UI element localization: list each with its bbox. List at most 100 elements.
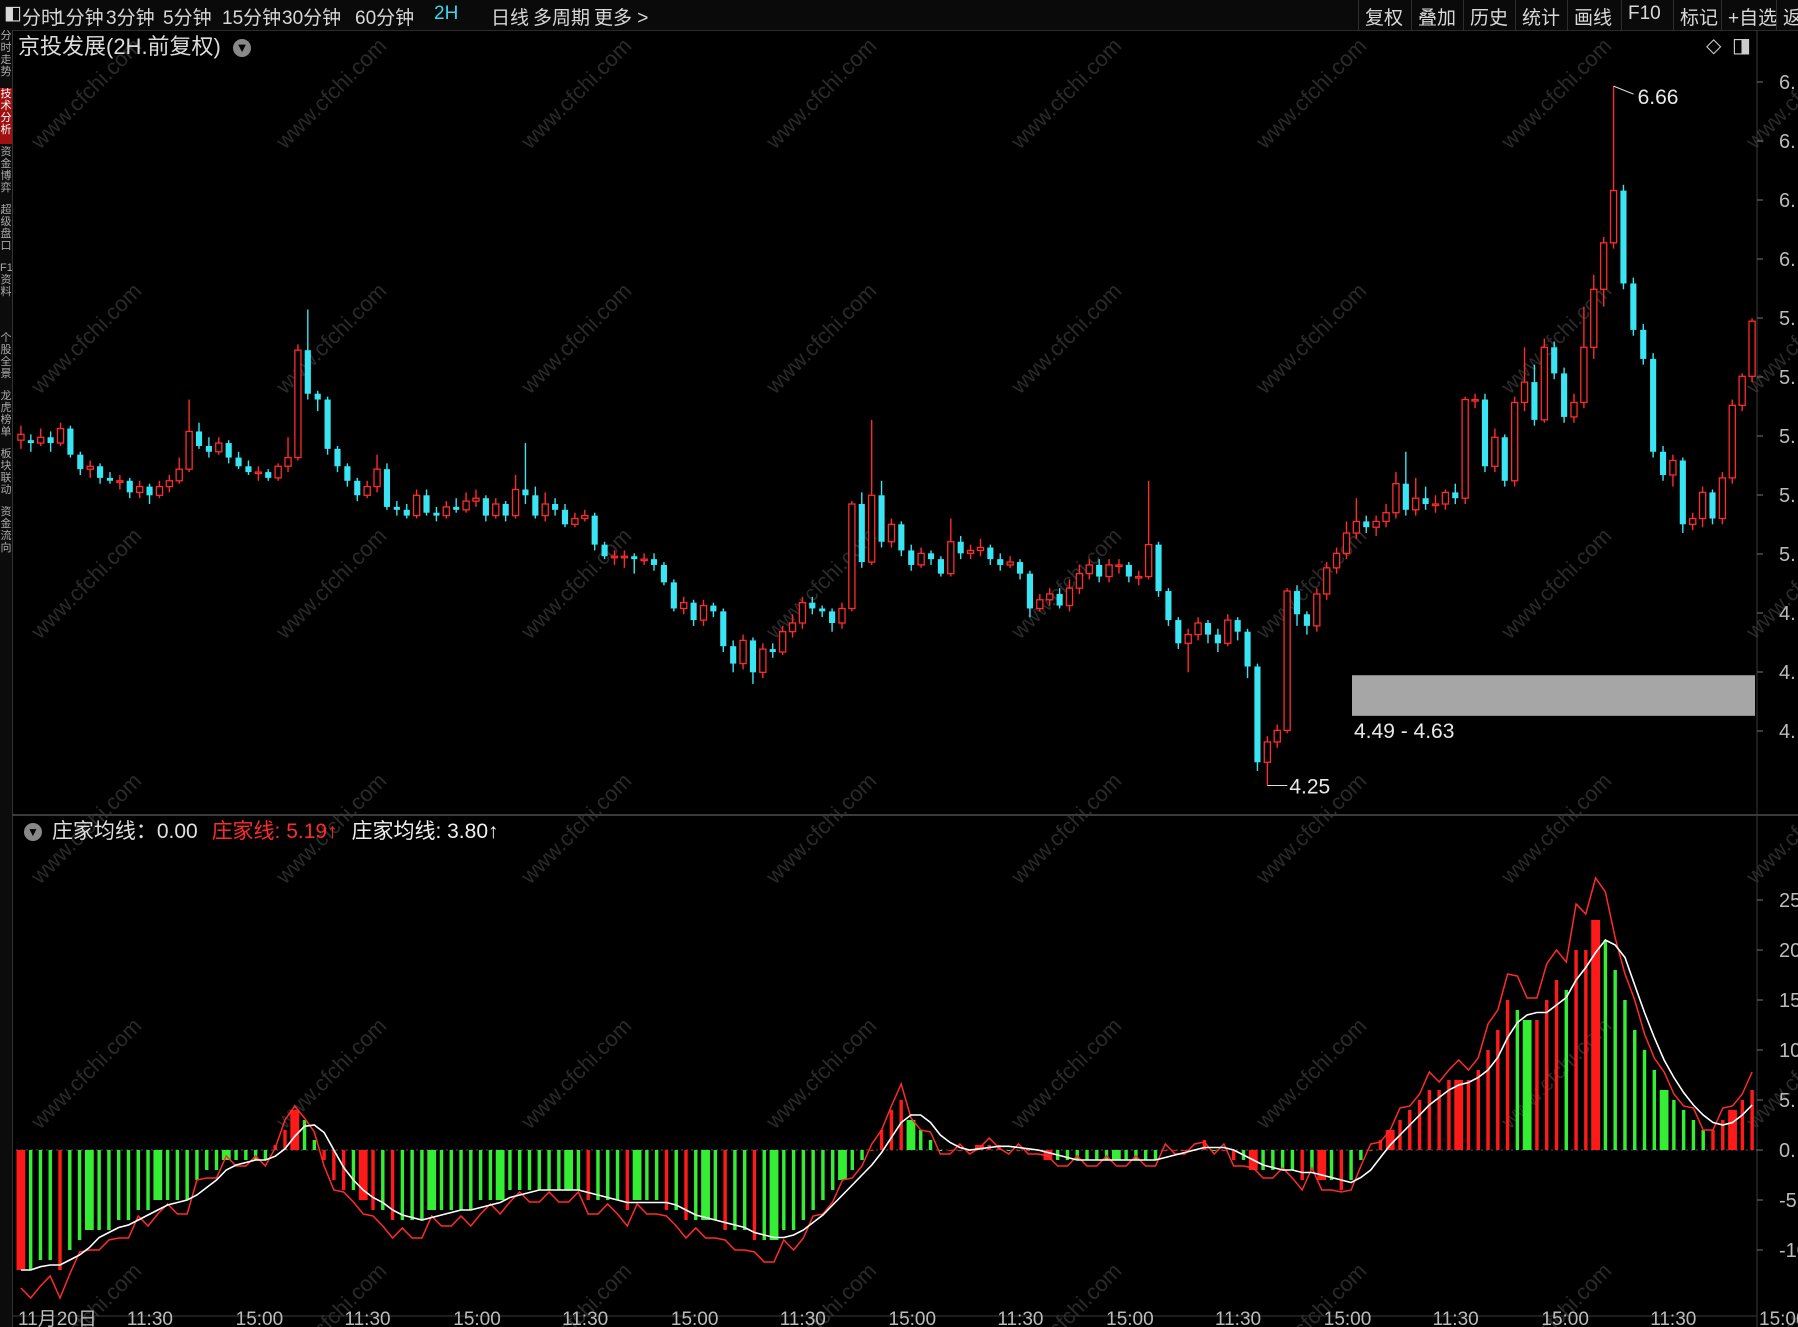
candle — [1412, 477, 1420, 516]
indicator-bar — [557, 1150, 561, 1190]
indicator-bar — [596, 1150, 600, 1200]
indicator-bar — [136, 1150, 140, 1210]
candle-body-up — [759, 648, 767, 673]
indicator-bars-layer — [16, 920, 1754, 1270]
indicator-bar — [791, 1150, 796, 1230]
indicator-bar — [1522, 1020, 1532, 1150]
candle — [1283, 588, 1291, 734]
candle-body-down — [1531, 382, 1538, 420]
diamond-icon[interactable]: ◇ — [1706, 33, 1722, 57]
candle-body-up — [798, 602, 807, 624]
indicator-bar — [469, 1150, 473, 1210]
collapse-chevron-icon[interactable]: ▼ — [24, 823, 42, 842]
indicator-bar — [1261, 1150, 1265, 1170]
candle — [502, 501, 509, 522]
candle — [976, 538, 985, 557]
candle-body-down — [1244, 631, 1251, 667]
indicator-bar — [811, 1150, 815, 1210]
indicator-bar — [351, 1150, 356, 1190]
indicator-bar — [302, 1120, 307, 1150]
candle-body-up — [1135, 575, 1143, 579]
candle — [126, 477, 133, 499]
candle-body-down — [383, 469, 391, 507]
candle-body-up — [1590, 288, 1598, 348]
candle-body-up — [116, 480, 124, 483]
candle-body-up — [1332, 552, 1341, 569]
stock-title[interactable]: 京投发展(2H.前复权) ▼ — [18, 29, 252, 61]
indicator-bar — [948, 1150, 952, 1151]
price-axis-label: 4. — [1779, 603, 1796, 625]
candle — [1322, 562, 1331, 600]
candle-body-down — [354, 480, 361, 496]
indicator-bar — [537, 1150, 541, 1190]
candle-body-up — [1263, 741, 1272, 763]
chart-canvas[interactable]: www.cfchi.com www.cfchi.com www.cfchi.com w… — [0, 0, 1798, 1327]
indicator-bar — [674, 1150, 678, 1210]
candle — [1392, 472, 1400, 519]
watermark-text: www.cfchi.com — [760, 33, 881, 154]
candle-body-down — [1659, 451, 1667, 475]
candle-body-up — [284, 456, 292, 467]
candle-body-up — [1273, 729, 1281, 743]
legend-main: 庄家均线：0.00 — [51, 820, 198, 843]
candle-body-down — [690, 602, 697, 621]
candle — [146, 483, 153, 504]
panel-split-icon[interactable]: ◨ — [1732, 33, 1751, 57]
indicator-bar — [1711, 1130, 1715, 1150]
candle-body-up — [1046, 593, 1054, 601]
chevron-down-icon[interactable]: ▼ — [233, 39, 252, 58]
candle-body-up — [1609, 189, 1618, 244]
indicator-bar — [420, 1150, 424, 1220]
candle-body-down — [660, 564, 667, 583]
candle-body-up — [1036, 599, 1044, 610]
candle-body-down — [1175, 620, 1182, 644]
indicator-bar — [1728, 1110, 1737, 1150]
candle — [1165, 588, 1172, 626]
watermark-text: www.cfchi.com — [1495, 278, 1616, 399]
candle — [185, 399, 193, 473]
watermark-text: www.cfchi.com — [1250, 1013, 1371, 1134]
watermark-text: www.cfchi.com — [760, 768, 881, 889]
indicator-bar — [1417, 1100, 1422, 1150]
candle — [947, 518, 955, 577]
candle-body-down — [829, 611, 836, 623]
watermark-text: www.cfchi.com — [25, 523, 146, 644]
indicator-bar — [322, 1150, 326, 1160]
candle — [1155, 541, 1162, 597]
candle — [472, 489, 480, 507]
watermark-text: www.cfchi.com — [270, 33, 391, 154]
candle — [155, 480, 164, 499]
candle-body-up — [442, 506, 451, 517]
candle — [670, 579, 677, 612]
candle-body-up — [1461, 398, 1469, 499]
candle — [522, 443, 529, 504]
candle — [1461, 396, 1469, 504]
indicator-bar — [632, 1150, 642, 1200]
candle-body-down — [433, 512, 440, 516]
candle — [511, 474, 520, 519]
candle — [1224, 614, 1232, 647]
candle-body-up — [1520, 381, 1529, 404]
indicator-bar — [1163, 1150, 1167, 1151]
candle-body-up — [254, 471, 263, 475]
candle — [274, 463, 282, 481]
candle-body-up — [1471, 398, 1479, 402]
candle — [898, 521, 905, 557]
candle-body-down — [601, 544, 608, 557]
indicator-bar — [625, 1150, 630, 1210]
indicator-bar — [16, 1150, 26, 1270]
indicator-bar — [1408, 1110, 1412, 1150]
indicator-bar — [400, 1150, 405, 1220]
candle-body-up — [1065, 587, 1074, 607]
watermark-text: www.cfchi.com — [515, 1013, 636, 1134]
time-axis-label: 15:00 — [1324, 1309, 1372, 1327]
watermark-text: www.cfchi.com — [1495, 768, 1616, 889]
price-axis-label: 6. — [1779, 249, 1796, 271]
indicator-bar — [234, 1150, 238, 1160]
candle-body-up — [1728, 404, 1736, 479]
watermark-text: www.cfchi.com — [1250, 33, 1371, 154]
indicator-bar — [116, 1150, 121, 1220]
candle — [334, 445, 341, 473]
candle — [1481, 393, 1489, 473]
candle — [1135, 570, 1143, 586]
